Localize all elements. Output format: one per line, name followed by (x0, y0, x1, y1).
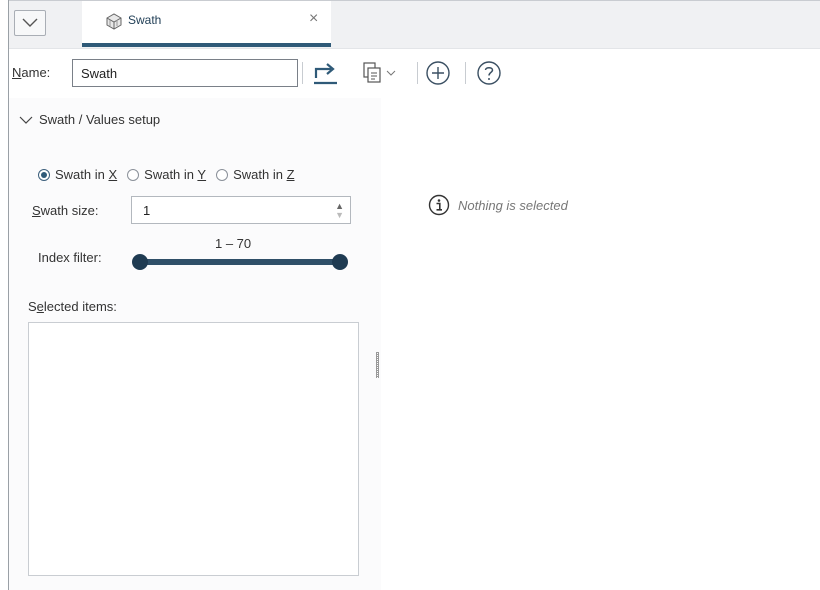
tabs-menu-button[interactable] (14, 10, 46, 36)
chevron-down-icon (22, 18, 38, 27)
radio-label: Swath in Z (233, 167, 295, 182)
radio-label: Swath in X (55, 167, 118, 182)
clipboard-icon (363, 62, 381, 83)
info-text: Nothing is selected (458, 197, 568, 213)
swath-icon (106, 13, 122, 30)
swath-size-value: 1 (143, 203, 151, 218)
radio-indicator (216, 168, 229, 181)
tab-swath[interactable]: Swath × (82, 1, 331, 47)
radio-label: Swath in Y (144, 167, 207, 182)
index-filter-slider-track[interactable] (138, 259, 341, 265)
index-filter-label: Index filter: (38, 250, 102, 265)
radio-swath-z[interactable]: Swath in Z (216, 167, 295, 182)
active-tab-indicator (82, 43, 331, 47)
plus-circle-icon (426, 61, 450, 85)
chevron-down-icon (19, 116, 33, 124)
export-arrow-icon (314, 63, 337, 85)
toolbar-separator (302, 62, 303, 84)
tab-bar: Swath × (9, 1, 820, 49)
selected-items-list[interactable] (28, 322, 359, 576)
radio-indicator (38, 168, 50, 181)
panel-splitter-handle[interactable] (376, 352, 379, 378)
radio-swath-x[interactable]: Swath in X (38, 167, 117, 182)
add-button[interactable] (425, 60, 451, 89)
section-header-swath-values[interactable]: Swath / Values setup (19, 112, 160, 127)
window-frame-left (8, 0, 9, 590)
toolbar-separator (465, 62, 466, 84)
selected-items-label: Selected items: (28, 299, 117, 314)
close-icon[interactable]: × (309, 9, 318, 29)
swath-direction-group: Swath in X Swath in Y Swath in Z (38, 167, 305, 182)
toolbar-separator (417, 62, 418, 84)
radio-swath-y[interactable]: Swath in Y (127, 167, 206, 182)
spin-down-icon[interactable]: ▼ (335, 210, 344, 220)
empty-selection-message: Nothing is selected (428, 194, 568, 216)
radio-indicator (127, 168, 140, 181)
index-filter-range: 1 – 70 (215, 236, 252, 251)
index-filter-max-handle[interactable] (332, 254, 348, 270)
copy-menu-button[interactable] (362, 61, 396, 88)
section-title: Swath / Values setup (39, 112, 161, 127)
swath-size-spinbox[interactable]: 1 ▲ ▼ (131, 196, 351, 224)
help-icon (477, 61, 501, 85)
name-input[interactable] (72, 59, 298, 87)
swath-size-label: Swath size: (32, 203, 99, 218)
name-label: Name: (12, 65, 51, 80)
info-icon (428, 194, 450, 216)
index-filter-min-handle[interactable] (132, 254, 148, 270)
help-button[interactable] (476, 60, 502, 89)
chevron-down-icon (386, 70, 396, 76)
tab-label: Swath (128, 13, 162, 27)
apply-button[interactable] (311, 58, 341, 91)
